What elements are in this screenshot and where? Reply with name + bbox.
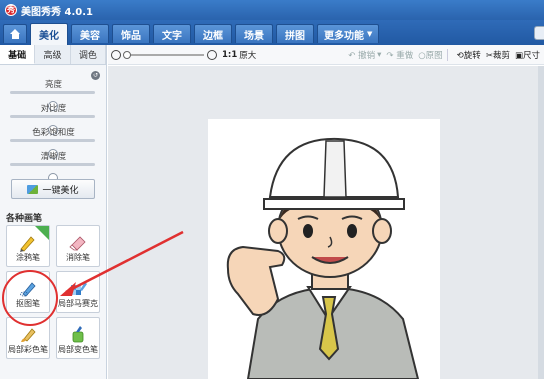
nav-tab-accessories[interactable]: 饰品 bbox=[112, 24, 150, 43]
tool-label: 消除笔 bbox=[66, 253, 90, 262]
cutout-pen-icon bbox=[20, 282, 36, 297]
brush-section-title: 各种画笔 bbox=[6, 214, 43, 224]
tool-doodle-brush[interactable]: 涂鸦笔 bbox=[6, 225, 50, 267]
color-brush-icon bbox=[21, 328, 36, 342]
tool-label: 局部变色笔 bbox=[58, 345, 98, 354]
resize-button[interactable]: ▣尺寸 bbox=[515, 49, 540, 61]
slider-label: 亮度 bbox=[44, 80, 62, 90]
nav-tab-beautify[interactable]: 美化 bbox=[30, 23, 68, 45]
view-original-button[interactable]: ○原图 bbox=[418, 49, 442, 61]
rotate-label: 旋转 bbox=[463, 50, 481, 61]
image-toolbar: 1:1 原大 ↶ 撤销 ▾ ↷ 重做 ○原图 ⟲旋转 ✂裁剪 ▣尺寸 bbox=[108, 45, 544, 65]
main-nav: 美化 美容 饰品 文字 边框 场景 拼图 更多功能 ▼ bbox=[0, 20, 544, 45]
slider-saturation: 色彩饱和度 bbox=[0, 125, 107, 159]
left-panel: 基础 高级 调色 ↺ 亮度 对比度 色彩饱和度 清晰度 一键美化 各种画笔 涂鸦… bbox=[0, 45, 107, 379]
slider-track[interactable] bbox=[10, 163, 95, 183]
tool-eraser[interactable]: 消除笔 bbox=[56, 225, 100, 267]
zoom-slider[interactable] bbox=[123, 50, 204, 59]
zoom-out-icon[interactable] bbox=[111, 49, 121, 60]
tool-label: 局部马赛克 bbox=[58, 299, 98, 308]
slider-contrast: 对比度 bbox=[0, 101, 107, 135]
redo-label: 重做 bbox=[396, 50, 414, 61]
nav-more-functions[interactable]: 更多功能 ▼ bbox=[317, 24, 380, 43]
side-expand-button[interactable] bbox=[534, 26, 544, 40]
size-label: 尺寸 bbox=[522, 50, 540, 61]
rotate-button[interactable]: ⟲旋转 bbox=[457, 49, 481, 61]
undo-button[interactable]: ↶ 撤销 bbox=[348, 49, 375, 61]
home-icon bbox=[9, 29, 21, 39]
slider-label: 对比度 bbox=[40, 104, 67, 114]
zoom-in-icon[interactable] bbox=[207, 49, 217, 60]
tool-cutout-pen[interactable]: 抠图笔 bbox=[6, 271, 50, 313]
mosaic-icon bbox=[71, 282, 87, 295]
app-logo-icon: 秀 bbox=[5, 4, 17, 16]
magic-wand-icon bbox=[27, 184, 39, 194]
tool-recolor-brush[interactable]: 局部变色笔 bbox=[56, 317, 100, 359]
nav-tab-text[interactable]: 文字 bbox=[153, 24, 191, 43]
original-image-label: 原图 bbox=[425, 50, 443, 61]
tool-label: 涂鸦笔 bbox=[16, 253, 40, 262]
recolor-brush-icon bbox=[72, 326, 84, 343]
undo-dropdown-icon[interactable]: ▾ bbox=[377, 50, 381, 60]
nav-tab-beauty[interactable]: 美容 bbox=[71, 24, 109, 43]
title-bar: 秀 美图秀秀 4.0.1 bbox=[0, 0, 544, 20]
window-title: 美图秀秀 4.0.1 bbox=[21, 6, 93, 18]
one-key-beautify-label: 一键美化 bbox=[42, 185, 79, 196]
tool-label: 抠图笔 bbox=[16, 299, 40, 308]
one-key-beautify-button[interactable]: 一键美化 bbox=[11, 179, 95, 199]
sub-tabs: 基础 高级 调色 bbox=[0, 45, 106, 65]
slider-brightness: 亮度 bbox=[0, 77, 107, 111]
photo-canvas[interactable] bbox=[208, 119, 440, 379]
vertical-scrollbar[interactable] bbox=[538, 66, 544, 379]
crop-button[interactable]: ✂裁剪 bbox=[486, 49, 510, 61]
nav-home-tab[interactable] bbox=[3, 24, 27, 43]
tool-color-brush[interactable]: 局部彩色笔 bbox=[6, 317, 50, 359]
tool-mosaic[interactable]: 局部马赛克 bbox=[56, 271, 100, 313]
nav-tab-scene[interactable]: 场景 bbox=[235, 24, 273, 43]
subtab-color[interactable]: 调色 bbox=[71, 45, 106, 64]
crop-label: 裁剪 bbox=[492, 50, 510, 61]
toolbar-divider bbox=[446, 48, 448, 61]
slider-track[interactable] bbox=[10, 139, 95, 159]
undo-label: 撤销 bbox=[358, 50, 376, 61]
tool-label: 局部彩色笔 bbox=[8, 345, 48, 354]
worker-illustration bbox=[226, 137, 420, 379]
chevron-down-icon: ▼ bbox=[367, 30, 373, 38]
subtab-advanced[interactable]: 高级 bbox=[35, 45, 71, 64]
slider-label: 清晰度 bbox=[40, 152, 67, 162]
slider-track[interactable] bbox=[10, 115, 95, 135]
slider-track[interactable] bbox=[10, 91, 95, 111]
subtab-basic[interactable]: 基础 bbox=[0, 45, 36, 64]
new-badge bbox=[35, 226, 49, 240]
nav-tab-collage[interactable]: 拼图 bbox=[276, 24, 314, 43]
original-size-button[interactable]: 原大 bbox=[239, 49, 256, 61]
zoom-slider-thumb[interactable] bbox=[123, 50, 131, 59]
actual-size-ratio[interactable]: 1:1 bbox=[222, 50, 237, 60]
eraser-icon bbox=[69, 236, 86, 251]
nav-more-label: 更多功能 bbox=[324, 30, 364, 42]
canvas-workspace bbox=[108, 66, 544, 379]
redo-button[interactable]: ↷ 重做 bbox=[386, 49, 413, 61]
nav-tab-frame[interactable]: 边框 bbox=[194, 24, 232, 43]
slider-label: 色彩饱和度 bbox=[32, 128, 75, 138]
slider-sharpness: 清晰度 bbox=[0, 149, 107, 183]
